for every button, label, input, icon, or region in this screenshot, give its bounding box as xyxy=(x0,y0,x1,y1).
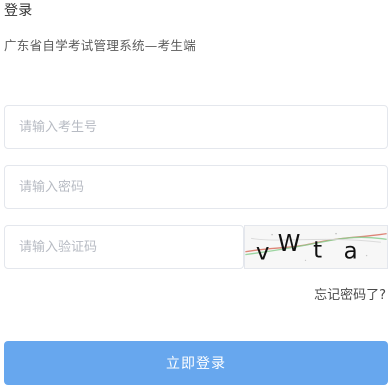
captcha-image[interactable]: v W t a xyxy=(244,225,388,269)
login-page: 登录 广东省自学考试管理系统—考生端 v W t a xyxy=(0,0,390,388)
candidate-id-input[interactable] xyxy=(5,106,387,148)
login-button[interactable]: 立即登录 xyxy=(4,341,388,385)
password-input[interactable] xyxy=(5,166,387,208)
page-title: 登录 xyxy=(4,3,33,19)
system-subtitle: 广东省自学考试管理系统—考生端 xyxy=(4,38,197,53)
captcha-svg: v W t a xyxy=(245,226,387,268)
captcha-char-2: W xyxy=(278,231,301,257)
captcha-field-container xyxy=(4,225,244,269)
captcha-input[interactable] xyxy=(5,226,243,268)
captcha-char-4: a xyxy=(344,238,358,264)
captcha-char-1: v xyxy=(256,239,270,265)
captcha-row: v W t a xyxy=(4,225,388,269)
forgot-password-link[interactable]: 忘记密码了? xyxy=(314,287,386,305)
password-field-container xyxy=(4,165,388,209)
captcha-char-3: t xyxy=(313,238,322,264)
candidate-id-field-container xyxy=(4,105,388,149)
